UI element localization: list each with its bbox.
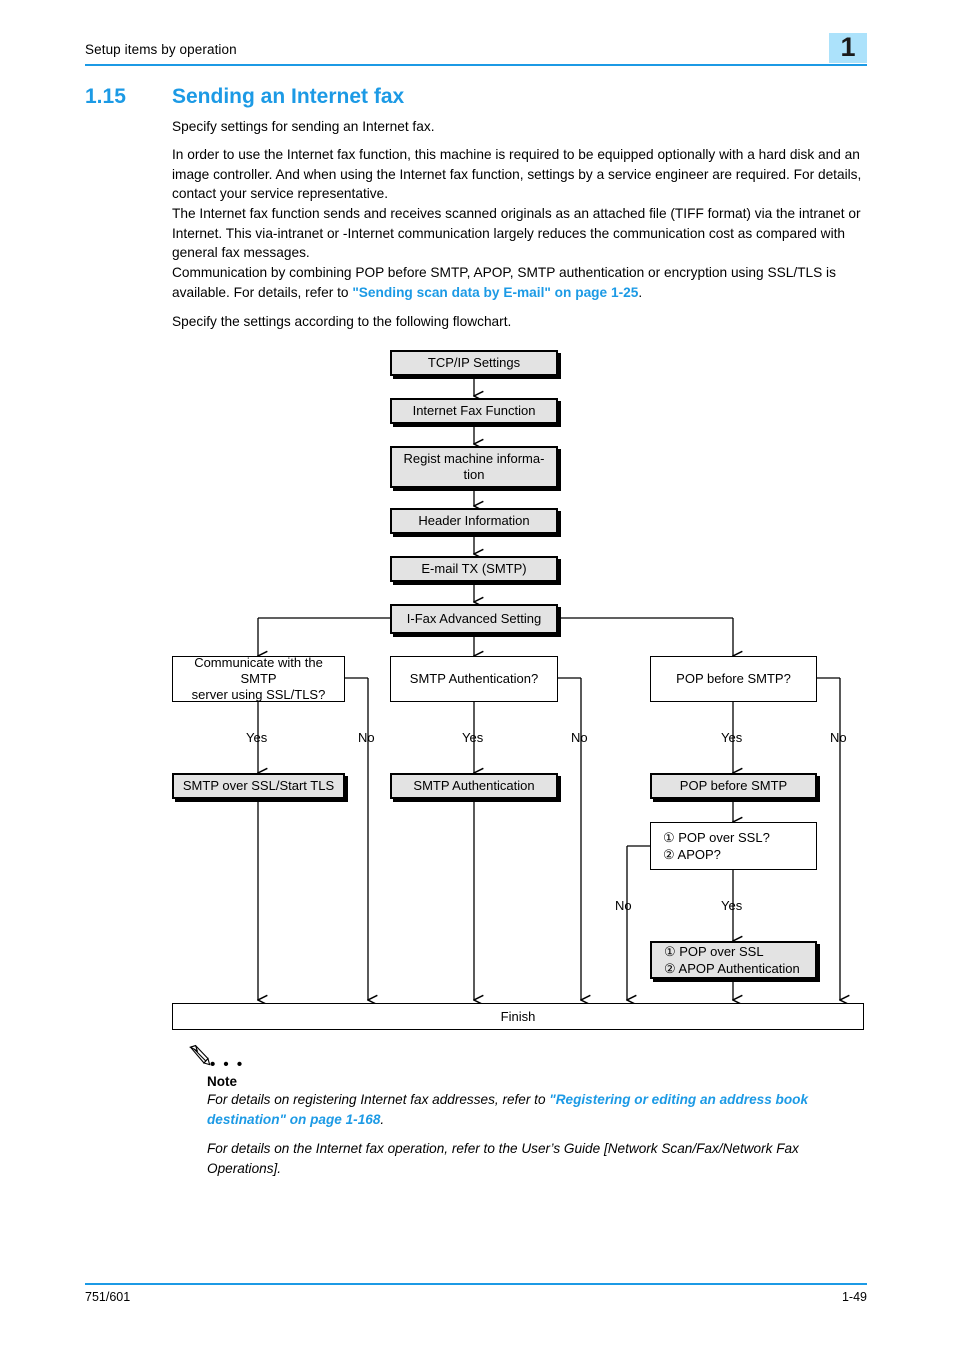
- flow-decision-smtp-authentication[interactable]: SMTP Authentication?: [390, 656, 558, 702]
- flow-box-smtp-authentication-label: SMTP Authentication: [413, 778, 535, 793]
- note-title: Note: [207, 1074, 237, 1089]
- flow-box-smtp-over-ssl-start-tls[interactable]: SMTP over SSL/Start TLS: [172, 773, 345, 799]
- flow-box-regist-machine-information[interactable]: Regist machine informa- tion: [390, 446, 558, 488]
- flow-box-finish[interactable]: Finish: [172, 1003, 864, 1030]
- paragraph-communication: Communication by combining POP before SM…: [172, 263, 867, 302]
- flow-decision-communicate-ssl-tls-label: Communicate with the SMTP server using S…: [191, 655, 326, 702]
- section-number: 1.15: [85, 85, 126, 108]
- note-paragraph-address-book-pre: For details on registering Internet fax …: [207, 1092, 550, 1107]
- page-title: Sending an Internet fax: [172, 85, 405, 108]
- flow-label-smtpauth-yes: Yes: [462, 730, 484, 745]
- flow-box-ifax-advanced-setting-label: I-Fax Advanced Setting: [406, 611, 542, 626]
- flow-box-ifax-advanced-setting[interactable]: I-Fax Advanced Setting: [390, 604, 558, 634]
- paragraph-intro: Specify settings for sending an Internet…: [172, 119, 435, 134]
- flow-decision-pop-before-smtp[interactable]: POP before SMTP?: [650, 656, 817, 702]
- paragraph-function-overview: The Internet fax function sends and rece…: [172, 206, 861, 260]
- flow-label-ssl-yes: Yes: [246, 730, 268, 745]
- flow-box-internet-fax-function[interactable]: Internet Fax Function: [390, 398, 558, 424]
- flow-box-pop-before-smtp[interactable]: POP before SMTP: [650, 773, 817, 799]
- flow-label-popbefore-yes: Yes: [721, 730, 743, 745]
- flow-box-pop-over-ssl-apop-line2: ② APOP Authentication: [664, 961, 800, 976]
- flow-label-smtpauth-no: No: [571, 730, 588, 745]
- chapter-number: 1: [840, 32, 856, 62]
- flow-decision-pop-over-ssl-apop-line1: ① POP over SSL?: [663, 830, 770, 845]
- footer-page-number: 1-49: [841, 1290, 867, 1304]
- pencil-icon: [189, 1044, 211, 1066]
- flow-label-popssl-yes: Yes: [721, 898, 743, 913]
- flow-box-header-information[interactable]: Header Information: [390, 508, 558, 534]
- header-divider: [85, 64, 867, 66]
- note-paragraph-address-book: For details on registering Internet fax …: [207, 1090, 867, 1129]
- flow-box-pop-over-ssl-apop-line1: ① POP over SSL: [664, 944, 764, 959]
- flow-label-ssl-no: No: [358, 730, 375, 745]
- flow-box-pop-before-smtp-label: POP before SMTP: [679, 778, 788, 793]
- flow-box-internet-fax-function-label: Internet Fax Function: [412, 403, 536, 418]
- paragraph-flowchart-lead: Specify the settings according to the fo…: [172, 314, 512, 329]
- flow-box-email-tx-smtp-label: E-mail TX (SMTP): [421, 561, 527, 576]
- footer-model: 751/601: [85, 1290, 131, 1304]
- flow-box-finish-label: Finish: [500, 1008, 536, 1024]
- flow-decision-pop-before-smtp-label: POP before SMTP?: [676, 671, 791, 686]
- flow-box-tcpip-settings[interactable]: TCP/IP Settings: [390, 350, 558, 376]
- paragraph-communication-post: .: [638, 284, 643, 300]
- document-page: Setup items by operation 1 1.15 Sending …: [0, 0, 954, 1350]
- flow-box-regist-machine-information-label: Regist machine informa- tion: [403, 451, 545, 482]
- flow-box-header-information-label: Header Information: [418, 513, 530, 528]
- flow-label-popssl-no: No: [615, 898, 632, 913]
- flow-box-smtp-authentication[interactable]: SMTP Authentication: [390, 773, 558, 799]
- note-dots: • • •: [210, 1056, 245, 1073]
- running-head: Setup items by operation: [85, 42, 237, 57]
- flow-decision-smtp-authentication-label: SMTP Authentication?: [409, 671, 539, 686]
- flow-box-pop-over-ssl-apop-authentication[interactable]: ① POP over SSL ② APOP Authentication: [650, 941, 817, 979]
- flow-decision-pop-over-ssl-apop[interactable]: ① POP over SSL? ② APOP?: [650, 822, 817, 870]
- note-paragraph-user-guide: For details on the Internet fax operatio…: [207, 1141, 799, 1176]
- flow-box-smtp-over-ssl-start-tls-label: SMTP over SSL/Start TLS: [182, 778, 335, 793]
- footer-divider: [85, 1283, 867, 1285]
- flow-box-tcpip-settings-label: TCP/IP Settings: [427, 355, 521, 370]
- flow-decision-communicate-ssl-tls[interactable]: Communicate with the SMTP server using S…: [172, 655, 345, 702]
- cross-reference-link-email[interactable]: "Sending scan data by E-mail" on page 1-…: [352, 285, 638, 300]
- flow-box-email-tx-smtp[interactable]: E-mail TX (SMTP): [390, 556, 558, 582]
- flow-label-popbefore-no: No: [830, 730, 847, 745]
- note-paragraph-address-book-post: .: [380, 1111, 385, 1127]
- paragraph-requirements: In order to use the Internet fax functio…: [172, 147, 862, 201]
- flow-decision-pop-over-ssl-apop-line2: ② APOP?: [663, 847, 721, 862]
